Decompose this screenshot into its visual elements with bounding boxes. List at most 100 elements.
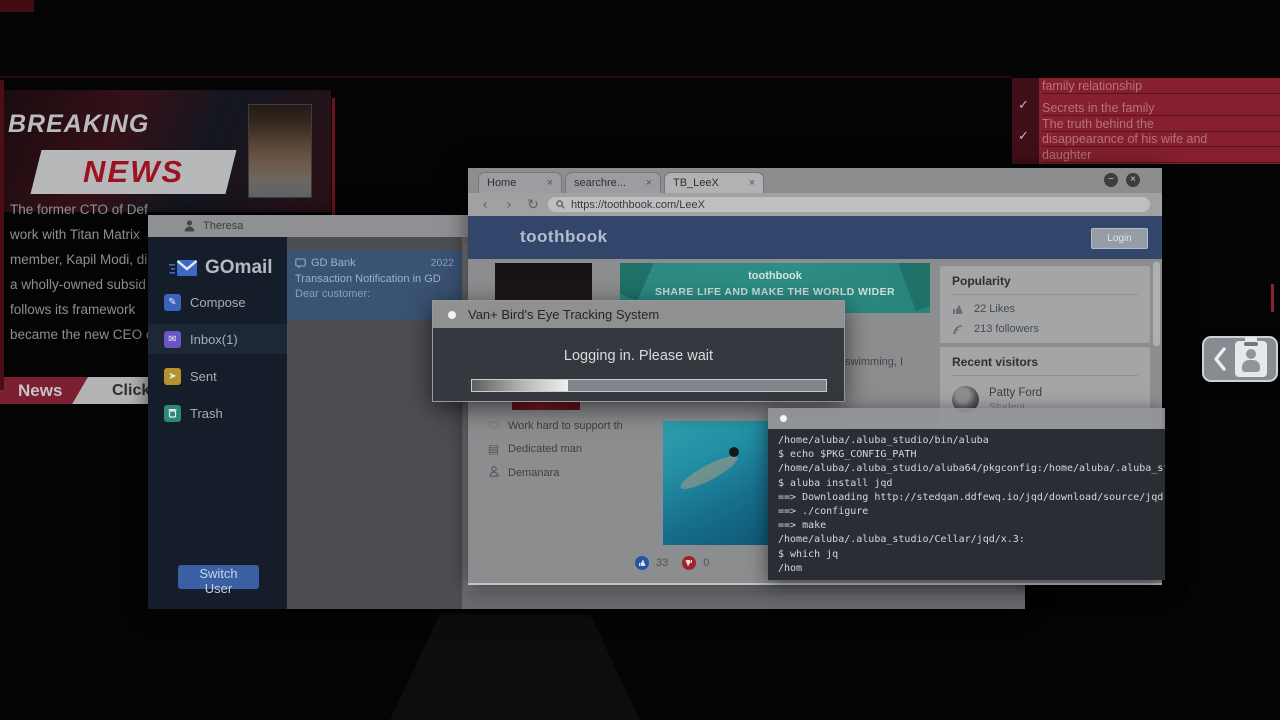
bio-text-fragment: swimming, I — [845, 356, 903, 368]
tab-close-icon[interactable]: × — [537, 177, 553, 189]
checklist-line: The truth behind the — [1042, 117, 1280, 132]
checklist-side-strip — [1012, 78, 1039, 164]
minimize-icon[interactable]: − — [1104, 173, 1118, 187]
url-text: https://toothbook.com/LeeX — [571, 199, 705, 211]
back-icon[interactable]: ‹ — [478, 197, 492, 213]
tab-home[interactable]: Home × — [478, 172, 562, 193]
modal-body: Logging in. Please wait — [433, 328, 844, 401]
sidebar-item-compose[interactable]: ✎ Compose — [148, 287, 287, 317]
contact-badge-icon — [1235, 341, 1267, 377]
folder-label: Inbox(1) — [190, 332, 238, 347]
terminal-titlebar[interactable] — [768, 408, 1165, 429]
sidebar-item-sent[interactable]: ➤ Sent — [148, 361, 287, 391]
profile-info-text: Dedicated man — [508, 443, 582, 455]
followers-row: 213 followers — [952, 323, 1138, 335]
terminal-line: /hom — [778, 562, 1165, 576]
refresh-icon[interactable]: ↻ — [526, 197, 540, 213]
chevron-left-icon — [1211, 345, 1227, 373]
terminal-line: $ aluba install jqd — [778, 477, 1165, 491]
progress-bar — [471, 379, 827, 392]
search-icon — [556, 200, 565, 209]
modal-titlebar[interactable]: Van+ Bird's Eye Tracking System — [433, 301, 844, 328]
dislike-count: 0 — [703, 557, 709, 569]
like-count: 33 — [656, 557, 668, 569]
post-photo-pool — [663, 421, 768, 545]
news-ticker[interactable]: Click News — [0, 377, 172, 404]
profile-info-item: ▤ Dedicated man — [487, 441, 582, 457]
likes-row: 22 Likes — [952, 303, 1138, 315]
person-icon — [184, 220, 195, 232]
terminal-output[interactable]: /home/aluba/.aluba_studio/bin/aluba $ ec… — [768, 429, 1165, 580]
close-icon[interactable]: × — [1126, 173, 1140, 187]
tab-tb-leex[interactable]: TB_LeeX × — [664, 172, 764, 193]
id-card-icon: ▤ — [487, 442, 500, 456]
popularity-title: Popularity — [952, 274, 1138, 295]
news-article-line: The former CTO of Def — [10, 202, 153, 227]
badge-person-head — [1246, 349, 1256, 359]
profile-info-text: Demanara — [508, 467, 559, 479]
breaking-label: BREAKING — [8, 110, 149, 139]
quest-checklist-panel: family relationship Secrets in the famil… — [1012, 78, 1280, 164]
terminal-line: ==> Downloading http://stedqan.ddfewq.io… — [778, 491, 1165, 505]
profile-info-item: ♡ Work hard to support th — [487, 418, 623, 434]
page-scrollbar[interactable] — [1153, 262, 1160, 346]
terminal-line: $ echo $PKG_CONFIG_PATH — [778, 448, 1165, 462]
badge-notch — [1244, 342, 1258, 346]
toothbook-header: toothbook Login — [468, 216, 1162, 259]
forward-icon[interactable]: › — [502, 197, 516, 213]
tab-label: Home — [487, 177, 516, 189]
send-plane-icon: ➤ — [164, 368, 181, 385]
tab-label: searchre... — [574, 177, 626, 189]
banner-subtitle: SHARE LIFE AND MAKE THE WORLD WIDER — [620, 286, 930, 298]
folder-label: Trash — [190, 406, 223, 421]
likes-text: 22 Likes — [974, 303, 1015, 315]
terminal-line: /home/aluba/.aluba_studio/bin/aluba — [778, 434, 1165, 448]
tracking-modal: Van+ Bird's Eye Tracking System Logging … — [432, 300, 845, 402]
tab-label: TB_LeeX — [673, 177, 719, 189]
popularity-card: Popularity 22 Likes 213 followers — [940, 266, 1150, 343]
folder-label: Compose — [190, 295, 246, 310]
email-list: GD Bank 2022 Transaction Notification in… — [287, 237, 462, 609]
tab-searchresult[interactable]: searchre... × — [565, 172, 661, 193]
like-icon[interactable] — [635, 556, 649, 570]
desktop: BREAKING NEWS The former CTO of Def work… — [0, 0, 1280, 720]
dislike-icon[interactable] — [682, 556, 696, 570]
profile-info-text: Work hard to support th — [508, 420, 623, 432]
hero-red-line — [332, 98, 335, 220]
tab-close-icon[interactable]: × — [739, 177, 755, 189]
email-date: 2022 — [431, 257, 454, 269]
terminal-line: ==> ./configure — [778, 505, 1165, 519]
visitor-name: Patty Ford — [989, 387, 1042, 399]
sidebar-item-trash[interactable]: Trash — [148, 398, 287, 428]
news-article-line: work with Titan Matrix — [10, 227, 153, 252]
followers-text: 213 followers — [974, 323, 1039, 335]
post-reactions: 33 0 — [635, 556, 709, 570]
swimmer-figure — [677, 451, 741, 494]
badge-person-body — [1242, 360, 1260, 372]
tab-close-icon[interactable]: × — [636, 177, 652, 189]
login-button[interactable]: Login — [1091, 228, 1148, 249]
modal-title: Van+ Bird's Eye Tracking System — [468, 307, 659, 322]
url-bar[interactable]: https://toothbook.com/LeeX — [548, 197, 1150, 212]
left-red-strip — [0, 80, 4, 390]
inbox-envelope-icon: ✉ — [164, 331, 181, 348]
switch-user-button[interactable]: Switch User — [178, 565, 259, 589]
progress-fill — [472, 380, 568, 391]
rss-icon — [952, 324, 964, 335]
checklist-line: daughter — [1042, 148, 1280, 163]
check-icon: ✓ — [1018, 98, 1029, 113]
sidebar-item-inbox[interactable]: ✉ Inbox(1) — [148, 324, 287, 354]
terminal-line: $ which jq — [778, 548, 1165, 562]
swimmer-head — [729, 447, 739, 457]
background-road-shape — [390, 614, 640, 720]
profile-info-item: Demanara — [487, 465, 559, 481]
news-article-line: a wholly-owned subsid — [10, 277, 153, 302]
news-title-box: NEWS — [31, 150, 237, 194]
email-preview: Dear customer: — [295, 288, 454, 300]
browser-tabbar: Home × searchre... × TB_LeeX × − × — [468, 168, 1162, 193]
breaking-news-graphic: BREAKING NEWS — [0, 90, 331, 212]
modal-message: Logging in. Please wait — [433, 348, 844, 364]
thumbs-up-icon — [952, 304, 964, 315]
contact-drawer-handle[interactable] — [1202, 336, 1278, 382]
compose-pencil-icon: ✎ — [164, 294, 181, 311]
